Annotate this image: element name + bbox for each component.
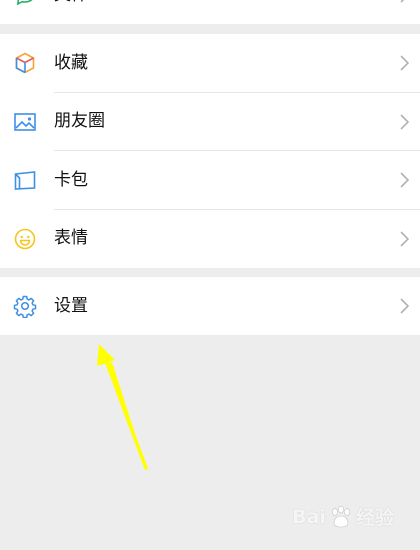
baidu-jingyan-watermark: Bai 经验	[292, 503, 394, 530]
me-page-screen: 文件 收藏	[0, 0, 420, 550]
watermark-brand-left: Bai	[292, 505, 326, 528]
annotation-arrow	[97, 344, 148, 470]
watermark-brand-right: 经验	[355, 507, 394, 529]
paw-logo-icon	[332, 505, 350, 527]
